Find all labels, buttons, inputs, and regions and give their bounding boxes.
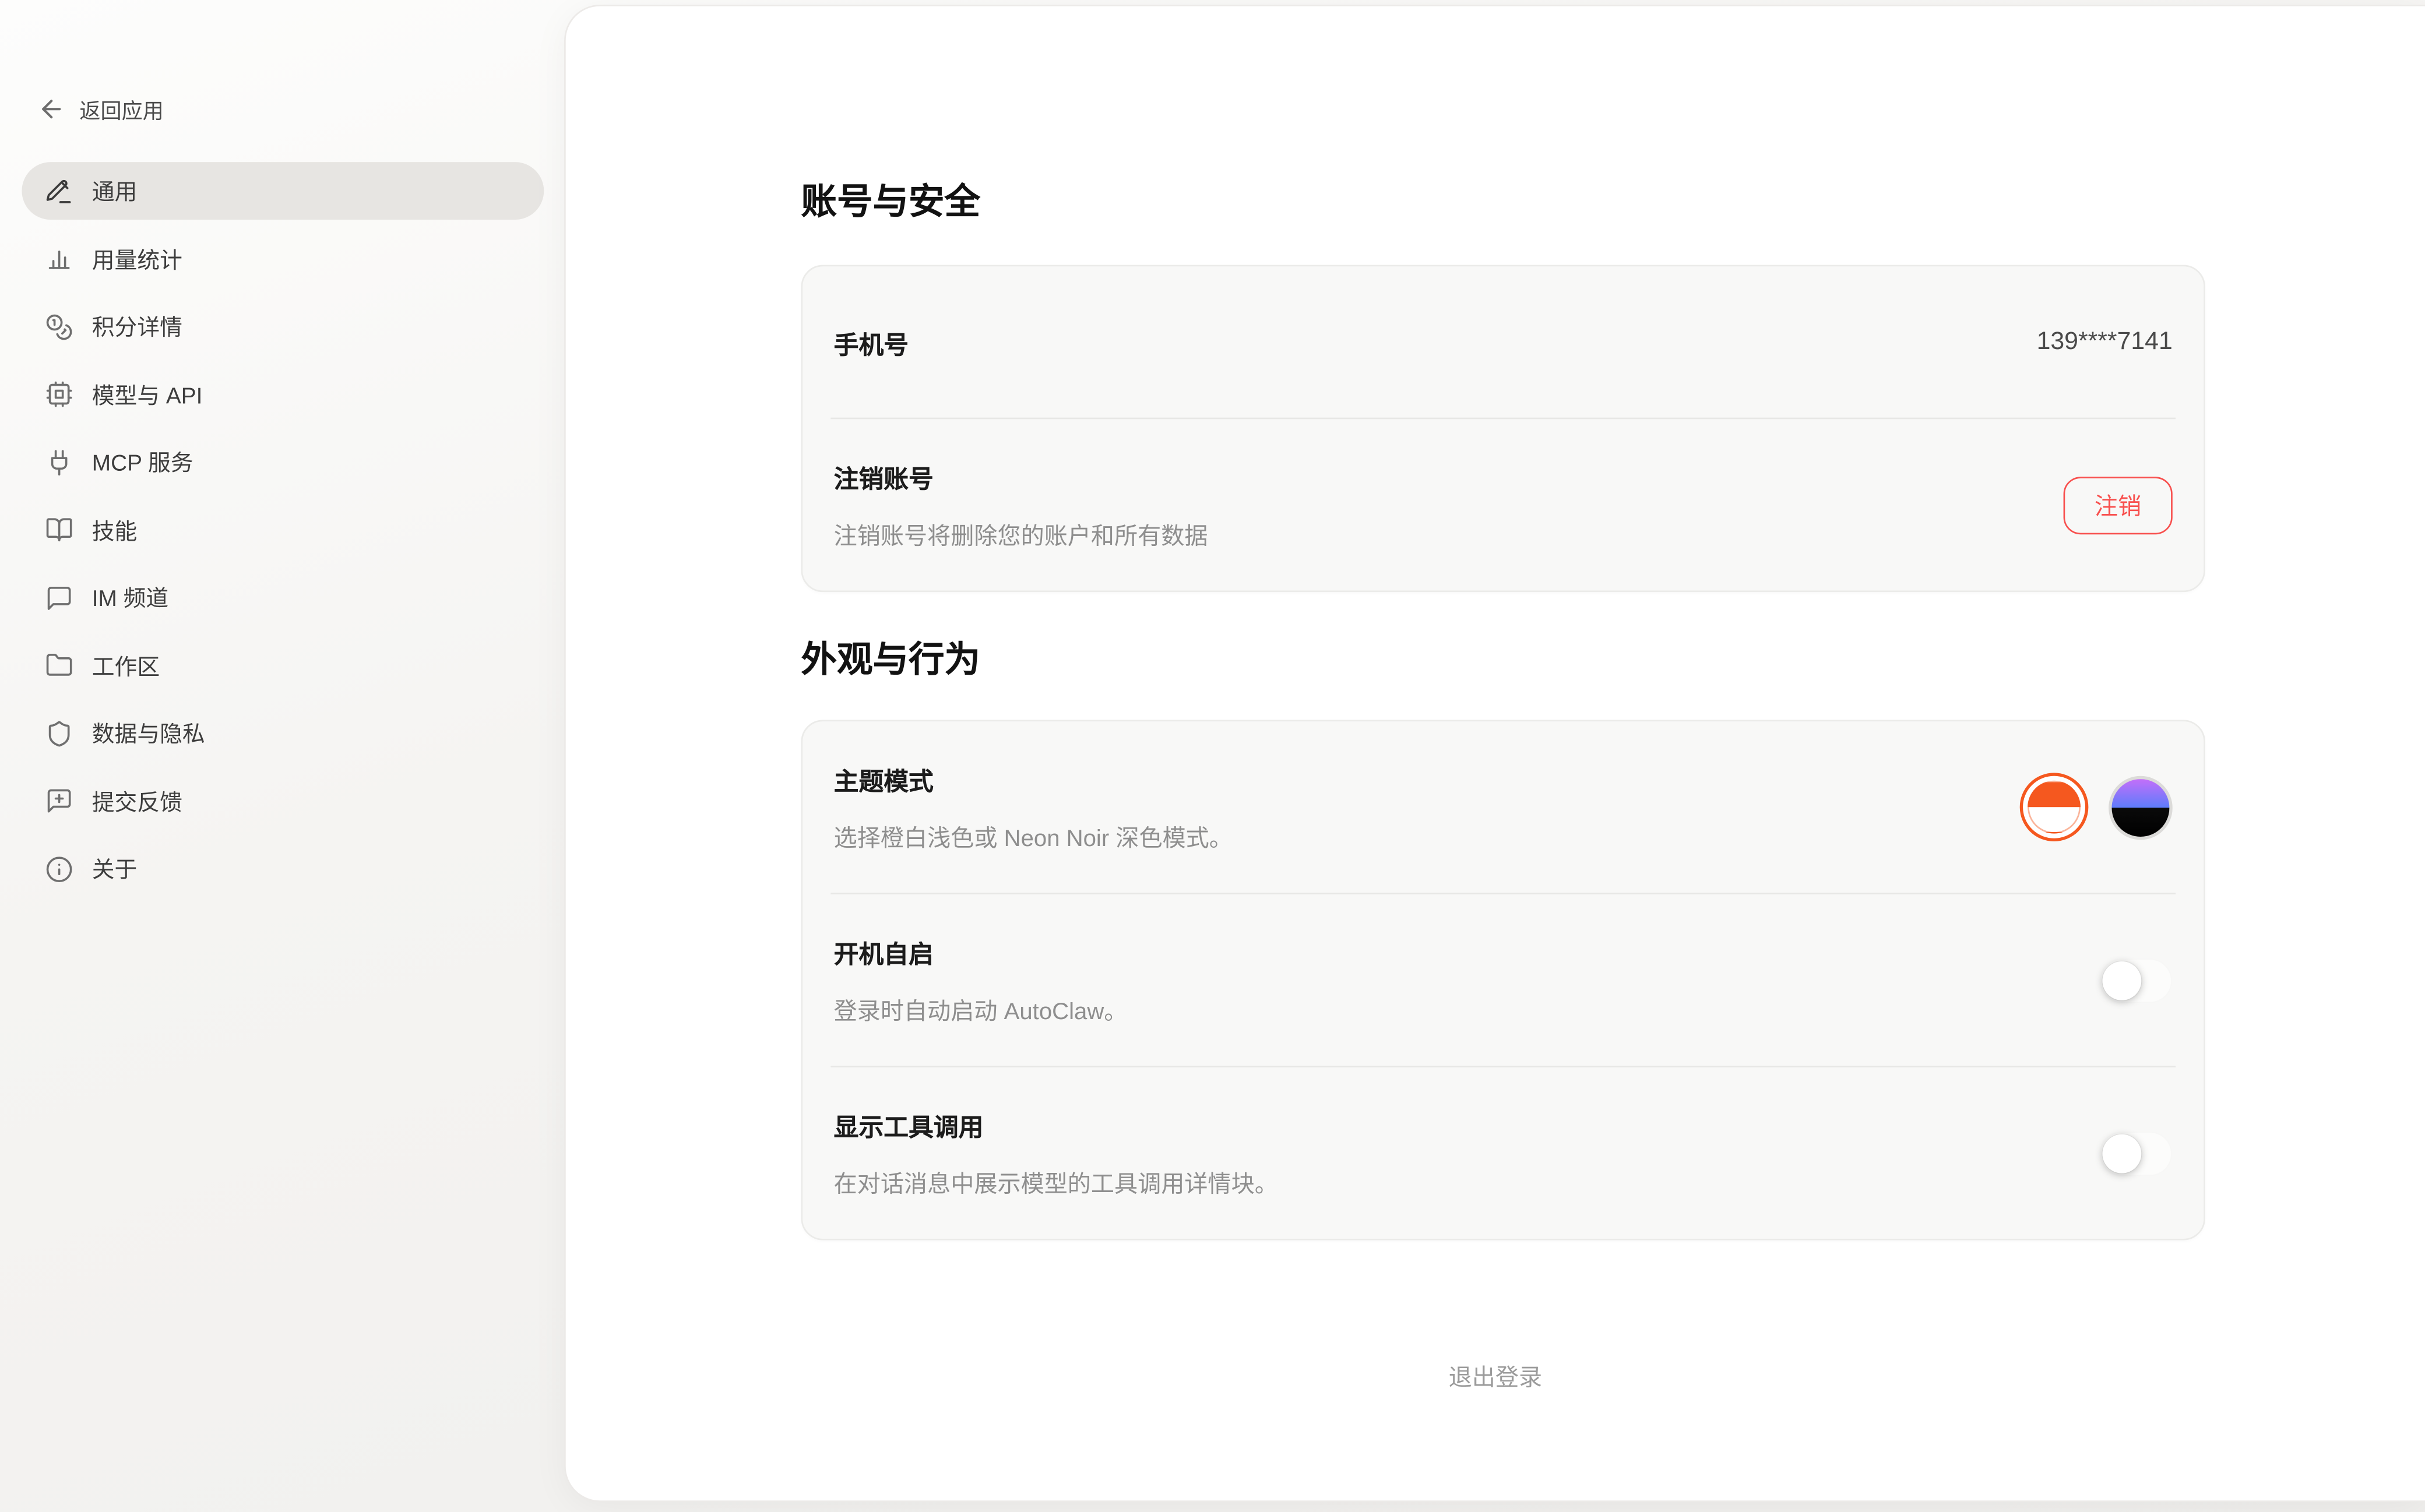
deactivate-account-description: 注销账号将删除您的账户和所有数据: [834, 519, 1208, 551]
deactivate-account-row: 注销账号 注销账号将删除您的账户和所有数据 注销: [803, 419, 2204, 590]
main-panel: 账号与安全 手机号 139****7141 注销账号 注销账号将删除您的账户和所…: [566, 6, 2425, 1500]
sidebar-item-label: 提交反馈: [92, 784, 182, 817]
toggle-knob: [2102, 961, 2141, 1000]
sidebar-item-workspace[interactable]: 工作区: [22, 636, 544, 694]
sidebar-item-im-channels[interactable]: IM 频道: [22, 569, 544, 626]
sidebar-nav: 通用 用量统计 积分详情 模型与 API: [0, 162, 566, 897]
chip-icon: [45, 380, 73, 408]
sidebar-item-label: 工作区: [92, 649, 160, 682]
folder-icon: [45, 651, 73, 679]
chat-icon: [45, 583, 73, 611]
sidebar-item-label: 技能: [92, 513, 138, 546]
sidebar-item-usage[interactable]: 用量统计: [22, 230, 544, 287]
theme-mode-description: 选择橙白浅色或 Neon Noir 深色模式。: [834, 821, 1233, 854]
sidebar: 返回应用 通用 用量统计 积分详情: [0, 0, 566, 1512]
account-security-card: 手机号 139****7141 注销账号 注销账号将删除您的账户和所有数据 注销: [801, 265, 2205, 593]
sidebar-item-label: IM 频道: [92, 581, 168, 614]
phone-number-row: 手机号 139****7141: [803, 266, 2204, 417]
sidebar-item-label: 数据与隐私: [92, 717, 205, 749]
back-label: 返回应用: [79, 93, 163, 124]
autostart-row: 开机自启 登录时自动启动 AutoClaw。: [803, 894, 2204, 1066]
sidebar-item-label: 通用: [92, 175, 138, 207]
pen-icon: [45, 177, 73, 205]
section-title-appearance-behavior: 外观与行为: [801, 639, 2205, 681]
show-tool-calls-label: 显示工具调用: [834, 1106, 1278, 1144]
coins-icon: [45, 312, 73, 340]
deactivate-account-label: 注销账号: [834, 458, 1208, 495]
autostart-toggle[interactable]: [2099, 957, 2173, 1003]
sidebar-item-data-privacy[interactable]: 数据与隐私: [22, 704, 544, 762]
theme-light-swatch-fill: [2028, 781, 2081, 834]
sidebar-item-label: 积分详情: [92, 310, 182, 343]
theme-mode-row: 主题模式 选择橙白浅色或 Neon Noir 深色模式。: [803, 721, 2204, 893]
settings-content: 账号与安全 手机号 139****7141 注销账号 注销账号将删除您的账户和所…: [801, 6, 2205, 1240]
deactivate-button[interactable]: 注销: [2064, 476, 2173, 534]
bar-chart-icon: [45, 245, 73, 273]
show-tool-calls-toggle[interactable]: [2099, 1130, 2173, 1176]
phone-number-value: 139****7141: [2037, 328, 2173, 356]
sidebar-item-skills[interactable]: 技能: [22, 501, 544, 559]
autostart-label: 开机自启: [834, 933, 1128, 971]
section-title-account-security: 账号与安全: [801, 181, 2205, 223]
sidebar-item-about[interactable]: 关于: [22, 840, 544, 897]
phone-number-label: 手机号: [834, 323, 909, 361]
back-button[interactable]: 返回应用: [37, 93, 566, 124]
sidebar-item-general[interactable]: 通用: [22, 162, 544, 220]
show-tool-calls-description: 在对话消息中展示模型的工具调用详情块。: [834, 1167, 1278, 1200]
theme-swatches: [2020, 773, 2173, 841]
shield-icon: [45, 719, 73, 747]
feedback-icon: [45, 787, 73, 815]
plug-icon: [45, 448, 73, 476]
sidebar-item-feedback[interactable]: 提交反馈: [22, 772, 544, 830]
sidebar-item-mcp[interactable]: MCP 服务: [22, 433, 544, 491]
appearance-behavior-card: 主题模式 选择橙白浅色或 Neon Noir 深色模式。 开机自启 登录时自动: [801, 720, 2205, 1240]
sidebar-item-credits[interactable]: 积分详情: [22, 298, 544, 355]
sidebar-item-label: MCP 服务: [92, 446, 193, 478]
toggle-knob: [2102, 1133, 2141, 1172]
theme-mode-label: 主题模式: [834, 760, 1233, 798]
settings-window: 返回应用 通用 用量统计 积分详情: [0, 0, 2425, 1512]
book-icon: [45, 516, 73, 544]
autostart-description: 登录时自动启动 AutoClaw。: [834, 994, 1128, 1027]
sidebar-item-models-api[interactable]: 模型与 API: [22, 365, 544, 423]
theme-dark-swatch[interactable]: [2109, 775, 2173, 839]
logout-button[interactable]: 退出登录: [1439, 1358, 1552, 1394]
arrow-left-icon: [37, 95, 65, 123]
show-tool-calls-row: 显示工具调用 在对话消息中展示模型的工具调用详情块。: [803, 1067, 2204, 1239]
theme-light-swatch[interactable]: [2020, 773, 2089, 841]
sidebar-item-label: 关于: [92, 852, 138, 885]
sidebar-item-label: 模型与 API: [92, 378, 203, 410]
info-icon: [45, 855, 73, 883]
sidebar-item-label: 用量统计: [92, 242, 182, 275]
